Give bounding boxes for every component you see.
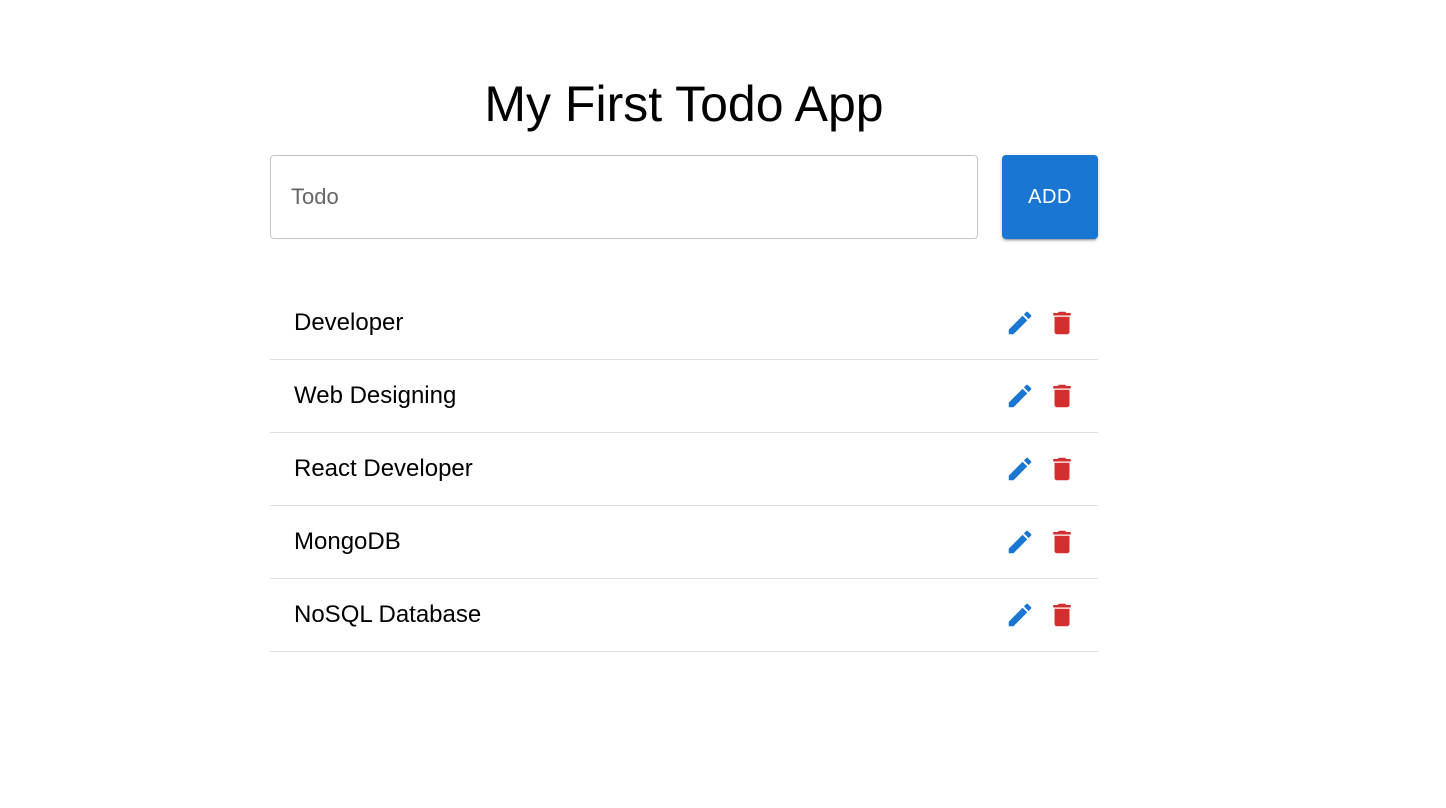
delete-icon bbox=[1053, 311, 1071, 335]
list-item: Web Designing bbox=[270, 360, 1098, 433]
edit-button[interactable] bbox=[1005, 527, 1035, 557]
todo-form: ADD bbox=[270, 155, 1098, 239]
list-item: MongoDB bbox=[270, 506, 1098, 579]
edit-button[interactable] bbox=[1005, 454, 1035, 484]
delete-button[interactable] bbox=[1047, 308, 1077, 338]
edit-button[interactable] bbox=[1005, 308, 1035, 338]
delete-button[interactable] bbox=[1047, 381, 1077, 411]
add-button[interactable]: ADD bbox=[1002, 155, 1098, 239]
edit-icon bbox=[1008, 384, 1032, 408]
delete-button[interactable] bbox=[1047, 527, 1077, 557]
todo-text: NoSQL Database bbox=[294, 601, 482, 628]
list-item: NoSQL Database bbox=[270, 579, 1098, 652]
edit-icon bbox=[1008, 530, 1032, 554]
todo-input[interactable] bbox=[270, 155, 978, 239]
todo-list: Developer Web Designing React Developer bbox=[270, 287, 1098, 652]
page-title: My First Todo App bbox=[484, 76, 884, 132]
delete-icon bbox=[1053, 530, 1071, 554]
list-item: React Developer bbox=[270, 433, 1098, 506]
delete-button[interactable] bbox=[1047, 600, 1077, 630]
list-item: Developer bbox=[270, 287, 1098, 360]
delete-button[interactable] bbox=[1047, 454, 1077, 484]
edit-icon bbox=[1008, 603, 1032, 627]
todo-text: React Developer bbox=[294, 455, 473, 482]
edit-icon bbox=[1008, 457, 1032, 481]
edit-button[interactable] bbox=[1005, 600, 1035, 630]
edit-button[interactable] bbox=[1005, 381, 1035, 411]
todo-text: Developer bbox=[294, 309, 404, 336]
delete-icon bbox=[1053, 457, 1071, 481]
todo-text: MongoDB bbox=[294, 528, 401, 555]
delete-icon bbox=[1053, 384, 1071, 408]
edit-icon bbox=[1008, 311, 1032, 335]
todo-text: Web Designing bbox=[294, 382, 457, 409]
delete-icon bbox=[1053, 603, 1071, 627]
